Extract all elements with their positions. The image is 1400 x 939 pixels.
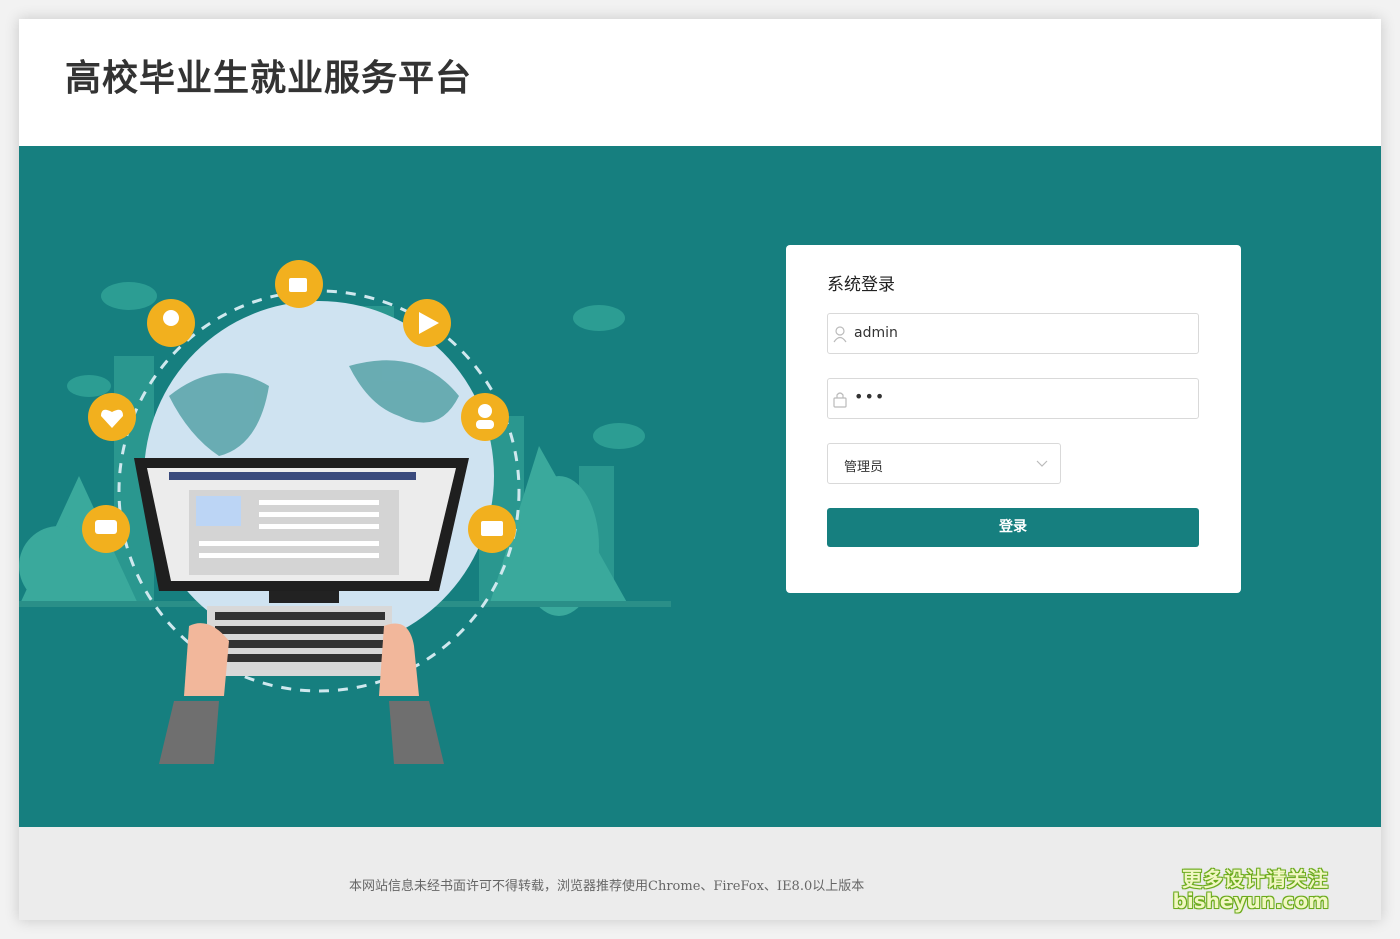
user-icon [833,326,847,343]
lock-icon [833,392,847,408]
hero-illustration [19,260,671,764]
login-button[interactable]: 登录 [827,508,1199,547]
role-selected-value: 管理员 [844,460,884,475]
watermark-line2: bisheyun.com [1172,889,1329,913]
username-input[interactable]: admin [827,313,1199,354]
password-input[interactable]: ••• [827,378,1199,419]
username-value: admin [854,325,898,341]
page-header: 高校毕业生就业服务平台 [19,19,1381,146]
browser-window: 高校毕业生就业服务平台 系统登录 admin ••• 管理员 登录 本网站信息未… [19,19,1381,920]
watermark-logo: 更多设计请关注 bisheyun.com [1169,863,1329,915]
login-card: 系统登录 admin ••• 管理员 登录 [786,245,1241,593]
role-select[interactable]: 管理员 [827,443,1061,484]
footer-notice: 本网站信息未经书面许可不得转载，浏览器推荐使用Chrome、FireFox、IE… [349,879,865,894]
login-title: 系统登录 [827,275,895,295]
site-title: 高校毕业生就业服务平台 [65,57,473,99]
page-footer: 本网站信息未经书面许可不得转载，浏览器推荐使用Chrome、FireFox、IE… [19,827,1381,920]
hero-banner: 系统登录 admin ••• 管理员 登录 [19,146,1381,827]
chevron-down-icon [1036,460,1048,467]
password-mask: ••• [854,387,886,406]
watermark-line1: 更多设计请关注 [1182,867,1329,891]
